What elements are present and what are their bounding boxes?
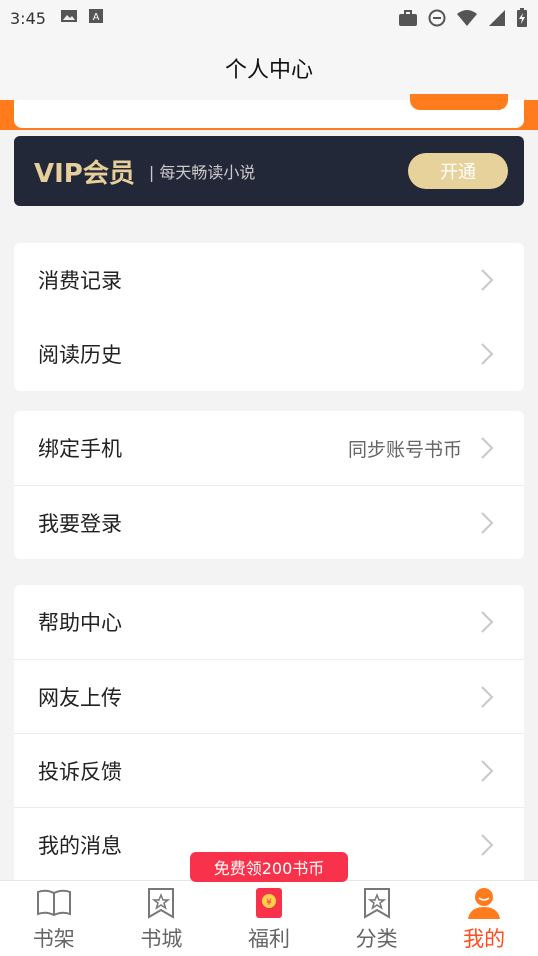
- tab-category[interactable]: 分类: [323, 881, 431, 956]
- sync-coins-hint: 同步账号书币: [347, 438, 462, 461]
- tab-bookshelf[interactable]: 书架: [0, 881, 108, 956]
- menu-item-label: 投诉反馈: [38, 759, 122, 784]
- tab-label: 福利: [247, 927, 290, 951]
- do-not-disturb-icon: [428, 9, 446, 31]
- menu-group-support: 帮助中心 网友上传 投诉反馈 我的消息: [14, 585, 524, 885]
- red-envelope-icon: ¥: [255, 888, 282, 918]
- page-header: 个人中心: [0, 36, 538, 100]
- free-coins-promo-badge[interactable]: 免费领200书币: [190, 852, 348, 882]
- bottom-tab-bar: 书架 书城 ¥ 福利 分类 我的: [0, 880, 538, 956]
- menu-item-label: 绑定手机: [38, 437, 122, 461]
- page-title: 个人中心: [224, 58, 313, 83]
- svg-text:¥: ¥: [266, 898, 272, 908]
- signal-icon: [488, 9, 506, 31]
- profile-icon: [468, 888, 501, 919]
- tab-label: 书城: [140, 927, 183, 951]
- vip-tagline: | 每天畅读小说: [148, 163, 256, 182]
- account-card-bottom: [14, 94, 524, 128]
- tab-mine[interactable]: 我的: [430, 881, 538, 956]
- chevron-right-icon: [481, 834, 494, 856]
- menu-item-label: 我的消息: [38, 833, 122, 858]
- wifi-icon: [456, 9, 478, 31]
- menu-item-label: 消费记录: [38, 269, 122, 293]
- briefcase-icon: [398, 9, 418, 31]
- menu-item-login[interactable]: 我要登录: [14, 485, 524, 559]
- battery-icon: [516, 8, 528, 32]
- vip-title: VIP会员: [34, 158, 135, 189]
- category-icon: [363, 888, 390, 919]
- menu-group-records: 消费记录 阅读历史: [14, 243, 524, 391]
- chevron-right-icon: [481, 437, 494, 459]
- menu-item-label: 阅读历史: [38, 343, 122, 367]
- menu-item-consumption-records[interactable]: 消费记录: [14, 243, 524, 317]
- status-time: 3:45: [10, 8, 46, 28]
- menu-item-reading-history[interactable]: 阅读历史: [14, 317, 524, 391]
- chevron-right-icon: [481, 512, 494, 534]
- chevron-right-icon: [481, 343, 494, 365]
- a-notification-icon: A: [88, 8, 104, 28]
- menu-item-help-center[interactable]: 帮助中心: [14, 585, 524, 659]
- menu-item-user-upload[interactable]: 网友上传: [14, 659, 524, 733]
- menu-item-label: 帮助中心: [38, 611, 122, 635]
- chevron-right-icon: [481, 611, 494, 633]
- tab-label: 分类: [355, 927, 398, 951]
- store-icon: [148, 888, 175, 919]
- tab-welfare[interactable]: ¥ 福利: [215, 881, 323, 956]
- status-bar: 3:45 A: [0, 0, 538, 36]
- vip-banner[interactable]: VIP会员 | 每天畅读小说 开通: [14, 136, 524, 206]
- menu-group-account: 绑定手机 同步账号书币 我要登录: [14, 411, 524, 559]
- menu-item-bind-phone[interactable]: 绑定手机 同步账号书币: [14, 411, 524, 485]
- image-notification-icon: [60, 8, 78, 28]
- account-card-button-edge[interactable]: [410, 94, 508, 110]
- chevron-right-icon: [481, 686, 494, 708]
- chevron-right-icon: [481, 760, 494, 782]
- tab-label: 我的: [463, 927, 506, 951]
- menu-item-feedback[interactable]: 投诉反馈: [14, 733, 524, 807]
- book-icon: [36, 889, 71, 917]
- vip-open-button[interactable]: 开通: [408, 153, 508, 189]
- tab-label: 书架: [32, 927, 75, 951]
- svg-text:A: A: [93, 12, 100, 23]
- chevron-right-icon: [481, 269, 494, 291]
- menu-item-label: 网友上传: [38, 685, 122, 710]
- tab-bookstore[interactable]: 书城: [108, 881, 216, 956]
- menu-item-label: 我要登录: [38, 511, 122, 536]
